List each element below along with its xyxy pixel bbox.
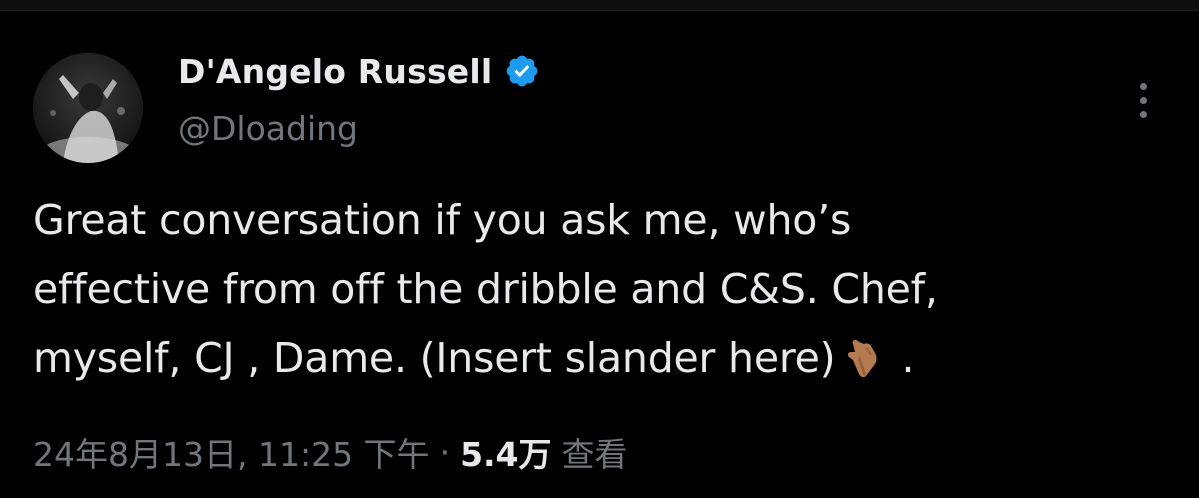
pointing-down-emoji: [841, 332, 887, 378]
views-count: 5.4万: [460, 435, 552, 474]
more-vertical-icon: [1139, 82, 1147, 90]
tweet-text-line-3: myself, CJ , Dame. (Insert slander here)…: [33, 324, 1163, 393]
tweet-card: D'Angelo Russell @Dloading Great convers…: [0, 11, 1199, 498]
more-vertical-icon: [1139, 96, 1147, 104]
meta-separator: ·: [439, 432, 451, 472]
tweet-text-line: Great conversation if you ask me, who’s: [33, 196, 852, 244]
author-name-row: D'Angelo Russell: [178, 49, 540, 93]
tweet-meta: 24年8月13日, 11:25 下午 · 5.4万 查看: [33, 427, 628, 477]
timestamp[interactable]: 24年8月13日, 11:25 下午: [33, 428, 430, 476]
tweet-text-period: .: [901, 334, 915, 382]
more-vertical-icon: [1139, 110, 1147, 118]
avatar-image: [33, 53, 143, 163]
verified-badge-icon[interactable]: [504, 53, 540, 89]
author-display-name[interactable]: D'Angelo Russell: [178, 52, 492, 91]
more-options-button[interactable]: [1126, 75, 1160, 125]
avatar[interactable]: [33, 53, 143, 163]
views-label: 查看: [561, 435, 628, 474]
top-divider: [0, 0, 1199, 11]
tweet-text: Great conversation if you ask me, who’s …: [33, 186, 1163, 393]
tweet-text-line-3-text: myself, CJ , Dame. (Insert slander here): [33, 334, 836, 382]
author-handle[interactable]: @Dloading: [178, 109, 358, 148]
tweet-text-line: effective from off the dribble and C&S. …: [33, 265, 938, 313]
